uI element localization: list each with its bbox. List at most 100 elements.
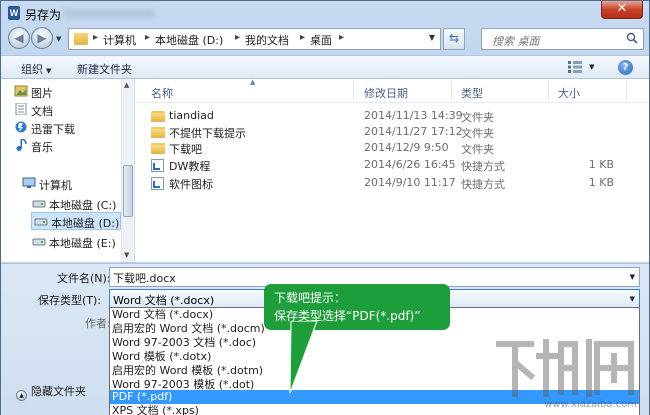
file-size: 1 KB <box>588 176 614 189</box>
file-name: 下载吧 <box>169 143 202 156</box>
search-input[interactable]: 搜索 桌面 <box>492 33 540 49</box>
folder-icon <box>74 33 88 45</box>
navigation-scrollbar[interactable]: ▲ ▼ <box>121 79 134 262</box>
hide-folders-button[interactable]: ▲ 隐藏文件夹 <box>16 383 86 401</box>
organize-label: 组织 <box>21 63 43 76</box>
sidebar-item-label: 图片 <box>31 87 53 100</box>
browser-area: 图片 文档 迅雷下载 音乐 计算机 本地磁盘 (C:) 本地磁盘 (D:) 本地… <box>1 78 649 262</box>
file-name: tiandiad <box>169 109 214 122</box>
callout-arrow-icon <box>289 321 318 394</box>
table-row[interactable]: DW教程 2014/6/26 16:45 快捷方式 1 KB <box>136 157 649 174</box>
breadcrumb-separator-icon[interactable]: ▸ <box>145 32 150 43</box>
address-dropdown-icon[interactable]: ▼ <box>429 33 435 42</box>
pictures-icon <box>14 85 28 97</box>
hide-folders-label: 隐藏文件夹 <box>31 385 86 398</box>
column-header-name[interactable]: 名称 <box>151 85 173 101</box>
file-name: 不提供下载提示 <box>169 127 246 140</box>
file-date: 2014/12/9 9:50 <box>364 141 449 154</box>
navigation-pane: 图片 文档 迅雷下载 音乐 计算机 本地磁盘 (C:) 本地磁盘 (D:) 本地… <box>1 79 135 262</box>
watermark-logo-icon <box>496 339 634 397</box>
filetype-dropdown-icon[interactable]: ▼ <box>630 295 635 303</box>
computer-icon <box>22 177 36 188</box>
file-type: 快捷方式 <box>461 160 505 173</box>
history-dropdown-icon[interactable]: ▼ <box>56 35 61 43</box>
callout-title: 下载吧提示： <box>274 291 347 305</box>
column-divider[interactable] <box>353 81 354 101</box>
breadcrumb-computer[interactable]: 计算机 <box>103 32 136 48</box>
back-arrow-icon: ◀ <box>14 31 24 45</box>
column-divider[interactable] <box>626 81 627 101</box>
folder-icon <box>151 127 165 138</box>
sidebar-item-label: 音乐 <box>31 141 53 154</box>
table-row[interactable]: 不提供下载提示 2014/11/27 17:12 文件夹 <box>136 124 649 141</box>
window-title: 另存为 <box>25 8 62 22</box>
search-box[interactable]: 搜索 桌面 <box>481 28 644 50</box>
navigation-bar: ◀ ▶ ▼ ▸ 计算机 ▸ 本地磁盘 (D:) ▸ 我的文档 ▸ 桌面 ▸ ▼ … <box>6 26 646 52</box>
view-dropdown-icon[interactable]: ▼ <box>589 63 594 71</box>
forward-arrow-icon: ▶ <box>37 31 47 45</box>
word-app-icon: W <box>8 6 20 20</box>
sidebar-item-drive-d[interactable]: 本地磁盘 (D:) <box>31 212 121 230</box>
column-header-type[interactable]: 类型 <box>461 85 483 101</box>
filename-label: 文件名(N): <box>57 272 111 285</box>
breadcrumb-separator-icon[interactable]: ▸ <box>93 32 98 43</box>
file-type: 快捷方式 <box>461 178 505 191</box>
breadcrumb-desktop[interactable]: 桌面 <box>310 32 332 48</box>
file-type: 文件夹 <box>461 127 494 140</box>
filename-dropdown-icon[interactable]: ▼ <box>630 273 635 281</box>
close-button[interactable]: ✕ <box>601 1 643 19</box>
file-date: 2014/11/13 14:39 <box>364 109 463 122</box>
scroll-up-icon[interactable]: ▲ <box>124 81 129 89</box>
watermark-url: www.xiazaiba.com <box>544 399 637 410</box>
breadcrumb-my-documents[interactable]: 我的文档 <box>245 32 289 48</box>
scroll-down-icon[interactable]: ▼ <box>124 251 129 259</box>
author-label: 作者: <box>85 317 111 330</box>
xiazaiba-watermark-logo: www.xiazaiba.com <box>491 334 641 412</box>
filetype-value: Word 文档 (*.docx) <box>113 294 215 307</box>
breadcrumb-separator-icon[interactable]: ▸ <box>300 32 305 43</box>
filename-value: 下载吧.docx <box>113 272 176 285</box>
chevron-down-icon: ▼ <box>46 67 52 75</box>
search-icon[interactable] <box>626 32 638 44</box>
column-divider[interactable] <box>451 81 452 101</box>
command-toolbar: 组织 ▼ 新建文件夹 ▼ ? <box>1 55 649 79</box>
drive-d-icon <box>34 218 48 226</box>
sidebar-item-label: 文档 <box>31 105 53 118</box>
file-name: 软件图标 <box>169 178 213 191</box>
file-size: 1 KB <box>588 158 614 171</box>
table-row[interactable]: tiandiad 2014/11/13 14:39 文件夹 <box>136 108 649 125</box>
scrollbar-thumb[interactable] <box>123 165 133 217</box>
refresh-icon: ⇆ <box>448 31 460 45</box>
column-header-row: ▲ 名称 修改日期 类型 大小 <box>136 78 649 103</box>
file-date: 2014/6/26 16:45 <box>364 158 456 171</box>
sidebar-item-label: 迅雷下载 <box>31 123 75 136</box>
save-as-dialog: W 另存为 ✕ ◀ ▶ ▼ ▸ 计算机 ▸ 本地磁盘 (D:) ▸ 我的文档 ▸… <box>0 0 650 415</box>
shortcut-icon <box>151 177 164 190</box>
filetype-label: 保存类型(T): <box>38 294 102 307</box>
address-bar[interactable]: ▸ 计算机 ▸ 本地磁盘 (D:) ▸ 我的文档 ▸ 桌面 ▸ ▼ <box>68 28 441 50</box>
forward-button[interactable]: ▶ <box>31 27 53 49</box>
breadcrumb-drive-d[interactable]: 本地磁盘 (D:) <box>155 32 223 48</box>
organize-menu[interactable]: 组织 ▼ <box>21 61 51 77</box>
column-header-size[interactable]: 大小 <box>558 85 580 101</box>
column-divider[interactable] <box>548 81 549 101</box>
sidebar-item-label: 本地磁盘 (D:) <box>51 217 120 230</box>
table-row[interactable]: 软件图标 2014/9/10 11:17 快捷方式 1 KB <box>136 175 649 192</box>
back-button[interactable]: ◀ <box>8 27 30 49</box>
column-header-date[interactable]: 修改日期 <box>364 85 408 101</box>
breadcrumb-separator-icon[interactable]: ▸ <box>339 32 344 43</box>
view-options-icon[interactable] <box>568 61 582 73</box>
documents-icon <box>15 103 27 115</box>
shortcut-icon <box>151 159 164 172</box>
thunder-download-icon <box>15 121 27 133</box>
file-name: DW教程 <box>169 160 211 173</box>
new-folder-button[interactable]: 新建文件夹 <box>77 61 132 77</box>
breadcrumb-separator-icon[interactable]: ▸ <box>235 32 240 43</box>
help-button[interactable]: ? <box>618 60 633 75</box>
file-date: 2014/11/27 17:12 <box>364 125 463 138</box>
table-row[interactable]: 下载吧 2014/12/9 9:50 文件夹 <box>136 140 649 157</box>
sidebar-item-label: 计算机 <box>39 179 72 192</box>
refresh-button[interactable]: ⇆ <box>443 28 465 50</box>
music-icon <box>16 139 27 151</box>
collapse-up-icon: ▲ <box>16 390 27 401</box>
